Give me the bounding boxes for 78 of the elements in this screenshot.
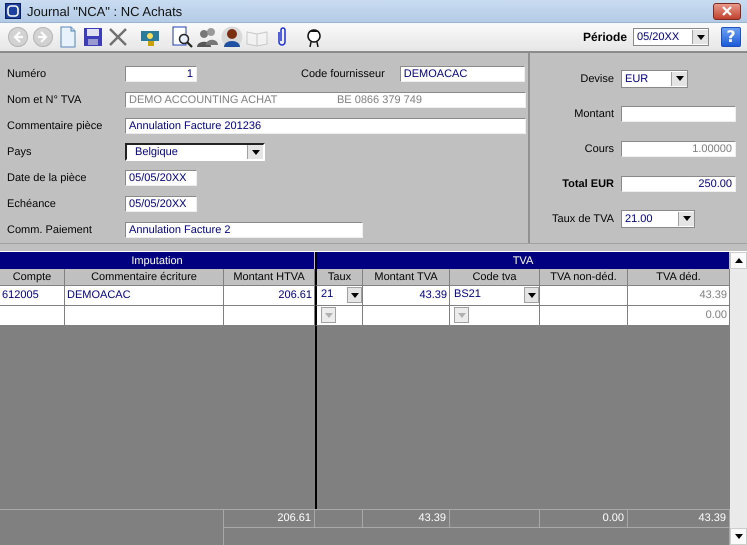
field-label: Date de la pièce [7, 172, 88, 184]
supplier-code-field[interactable]: DEMOACAC [400, 66, 525, 82]
field-label: Taux de TVA [551, 212, 614, 224]
field-label: Numéro [7, 68, 48, 80]
total-cell: 206.61 [224, 509, 315, 527]
currency-dropdown[interactable]: EUR [621, 70, 688, 88]
table-cell: 0.00 [628, 306, 730, 326]
supplier-name-text: DEMO ACCOUNTING ACHAT [129, 94, 278, 106]
scroll-up-icon [734, 258, 742, 263]
total-cell: 43.39 [628, 509, 730, 527]
column-header[interactable]: TVA déd. [628, 269, 730, 286]
field-label: Cours [584, 142, 614, 154]
field-label: Commentaire pièce [7, 120, 104, 132]
total-cell: 0.00 [540, 509, 628, 527]
field-label: Echéance [7, 198, 57, 210]
vat-number-text: BE 0866 379 749 [336, 94, 422, 106]
column-header[interactable]: TVA non-déd. [540, 269, 628, 286]
field-label: Total EUR [561, 178, 614, 190]
caret-icon [252, 150, 260, 154]
field-label: Code fournisseur [301, 68, 385, 80]
table-cell: 206.61 [224, 286, 315, 306]
close-button[interactable] [713, 2, 741, 20]
field-label: Comm. Paiement [7, 224, 93, 236]
cell-value: 21 [321, 288, 334, 300]
field-label: Pays [7, 146, 32, 158]
toolbar-button[interactable] [195, 25, 219, 49]
caret-icon [528, 292, 536, 298]
dropdown-cell[interactable]: BS21 [450, 286, 540, 306]
payment-comment-field[interactable]: Annulation Facture 2 [125, 222, 363, 238]
vat-rate-dropdown[interactable]: 21.00 [621, 210, 695, 228]
group-header: Imputation [0, 252, 315, 269]
magnifier-document-icon [171, 26, 193, 48]
app-logo-icon [5, 3, 21, 19]
group-header: TVA [315, 252, 730, 269]
field-label: Nom et N° TVA [7, 94, 82, 106]
column-header[interactable]: Montant HTVA [224, 269, 315, 286]
table-cell: 612005 [0, 286, 65, 306]
comment-field[interactable]: Annulation Facture 201236 [125, 118, 526, 134]
caret-icon [676, 76, 684, 81]
toolbar-button[interactable] [81, 25, 105, 49]
column-header[interactable]: Code tva [450, 269, 540, 286]
caret-icon [696, 34, 704, 40]
field-label: Montant [573, 108, 614, 120]
table-cell [0, 306, 65, 326]
date-field[interactable]: 05/05/20XX [125, 170, 197, 186]
cell-value: BS21 [454, 288, 481, 300]
total-field[interactable]: 250.00 [621, 176, 736, 192]
delete-icon [107, 26, 129, 48]
help-button[interactable]: ? [721, 27, 741, 47]
dropdown-cell[interactable]: 21 [315, 286, 363, 306]
close-icon [721, 6, 733, 16]
table-cell: DEMOACAC [65, 286, 224, 306]
column-header[interactable]: Taux [315, 269, 363, 286]
window-title: Journal "NCA" : NC Achats [27, 4, 184, 18]
caret-icon [350, 292, 358, 298]
number-field[interactable]: 1 [125, 66, 197, 82]
field-label: Devise [579, 72, 614, 84]
scroll-down-icon [734, 534, 742, 539]
caret-icon [324, 312, 332, 318]
person-icon [221, 26, 243, 48]
table-cell: 43.39 [363, 286, 450, 306]
total-cell: 43.39 [363, 509, 450, 527]
country-dropdown[interactable]: Belgique [125, 143, 265, 161]
period-label: Période [582, 30, 627, 44]
people-icon [196, 26, 218, 48]
column-header[interactable]: Compte [0, 269, 65, 286]
column-header[interactable]: Commentaire écriture [65, 269, 224, 286]
period-dropdown[interactable]: 05/20XX [633, 28, 709, 46]
caret-icon [458, 312, 466, 318]
column-header[interactable]: Montant TVA [363, 269, 450, 286]
vertical-scrollbar[interactable] [730, 252, 747, 545]
save-icon [82, 26, 104, 48]
caret-icon [682, 216, 690, 221]
due-date-field[interactable]: 05/05/20XX [125, 196, 197, 212]
table-cell: 43.39 [628, 286, 730, 306]
amount-field[interactable] [621, 106, 736, 122]
toolbar-button[interactable] [170, 25, 194, 49]
toolbar-button[interactable] [220, 25, 244, 49]
